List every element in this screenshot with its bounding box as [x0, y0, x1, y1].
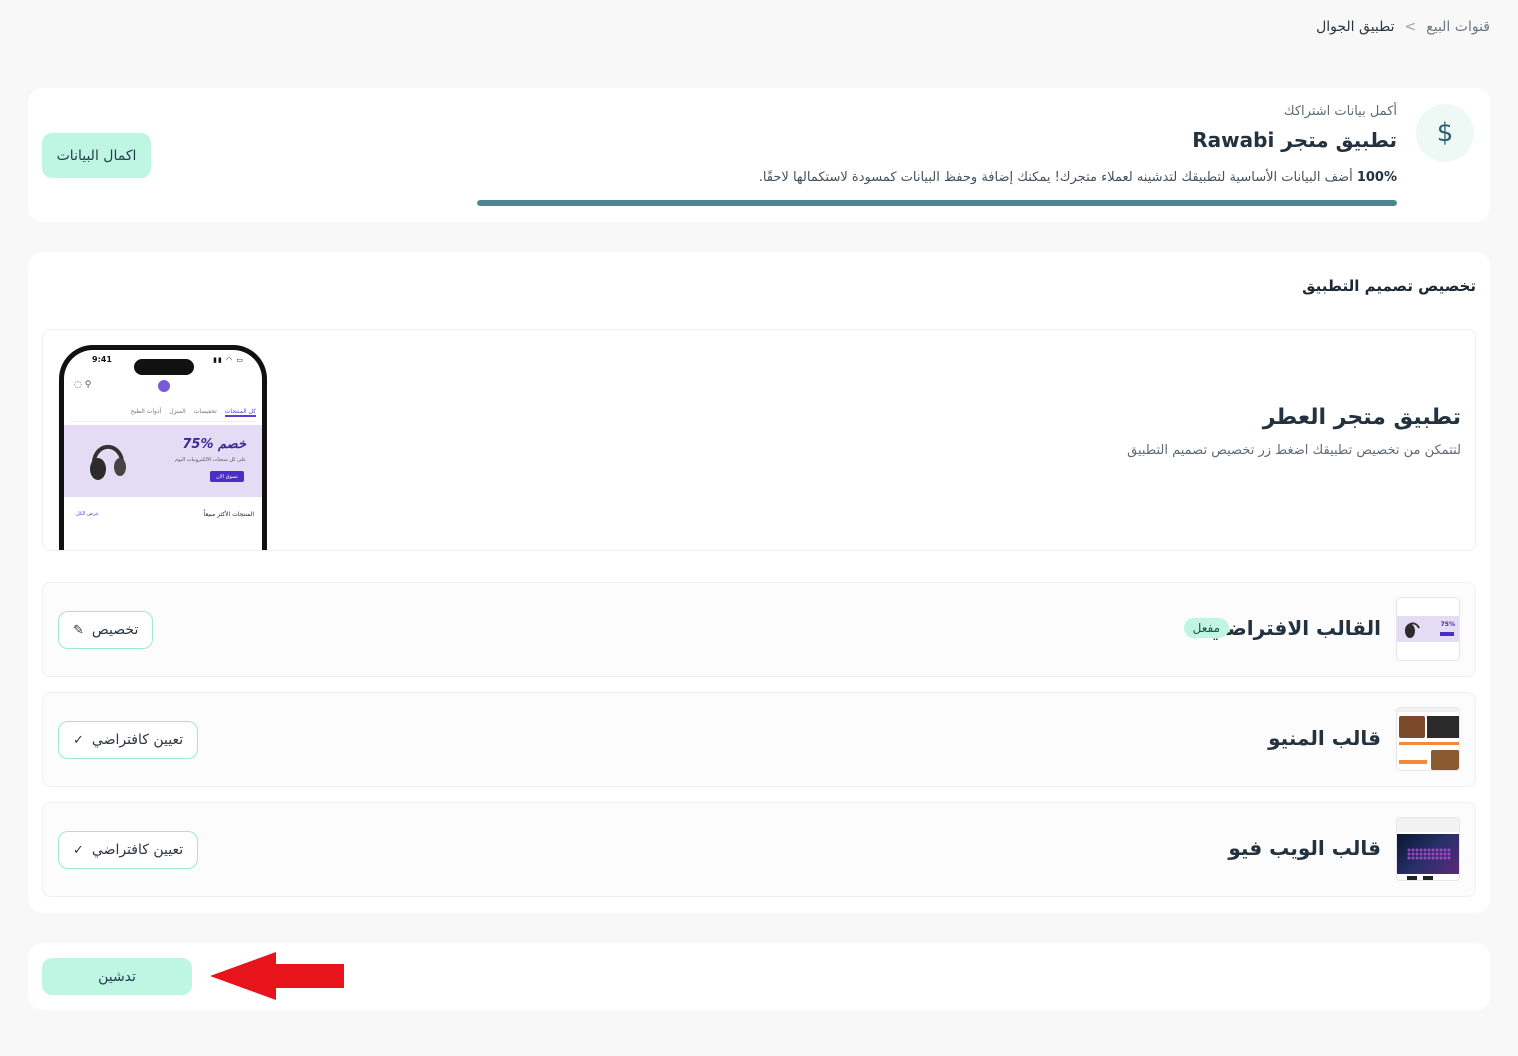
thumb-image [1431, 750, 1459, 770]
app-design-card: تخصيص تصميم التطبيق تطبيق متجر العطر لتت… [28, 252, 1490, 913]
template-row-default: 75% القالب الافتراضي مفعل تخصيص ✎ [42, 582, 1476, 677]
set-default-label: تعيين كافتراضي [91, 732, 184, 748]
headphones-icon [1405, 622, 1420, 638]
chevron-left-icon: < [1404, 19, 1417, 35]
view-all-link: عرض الكل [76, 511, 99, 517]
description-text: أضف البيانات الأساسية لتطبيقك لتدشينه لع… [758, 170, 1353, 185]
phone-mockup: 9:41 ▮▮ ◠ ▭ ◌ ⚲ كل المنتجات تخفيضات المن… [59, 345, 267, 550]
phone-tab: كل المنتجات [224, 408, 256, 417]
thumb-header [1397, 708, 1459, 712]
best-sellers-label: المنتجات الأكثر مبيعاً [203, 511, 254, 518]
thumb-header [1397, 818, 1459, 832]
thumb-image [1399, 716, 1425, 738]
template-name: قالب المنيو [1268, 726, 1381, 750]
set-default-button[interactable]: تعيين كافتراضي ✓ [58, 721, 199, 759]
template-thumbnail [1396, 817, 1460, 881]
design-heading: تخصيص تصميم التطبيق [1302, 277, 1476, 295]
complete-data-button[interactable]: اكمال البيانات [42, 133, 151, 178]
check-icon: ✓ [73, 732, 84, 748]
customize-label: تخصيص [91, 622, 139, 638]
thumb-title: 75% [1440, 621, 1455, 628]
template-name: قالب الويب فيو [1228, 836, 1381, 860]
breadcrumb-mobile-app: تطبيق الجوال [1316, 19, 1395, 35]
template-name: القالب الافتراضي [1207, 616, 1381, 640]
banner-shop-button: تسوق الان [210, 471, 244, 482]
launch-button[interactable]: تدشين [42, 958, 192, 995]
thumb-image [1427, 716, 1459, 738]
store-logo-icon [158, 380, 170, 392]
progress-fill [477, 200, 1397, 206]
preview-description: لتتمكن من تخصيص تطبيقك اضغط زر تخصيص تصم… [1127, 443, 1461, 458]
edit-icon: ✎ [73, 622, 84, 638]
set-default-label: تعيين كافتراضي [91, 842, 184, 858]
set-default-button[interactable]: تعيين كافتراضي ✓ [58, 831, 199, 869]
template-row-menu: قالب المنيو تعيين كافتراضي ✓ [42, 692, 1476, 787]
check-icon: ✓ [73, 842, 84, 858]
phone-banner: 75% خصم على كل منتجات الالكترونيات اليوم… [64, 425, 262, 497]
banner-title: 75% خصم [182, 437, 246, 452]
phone-tab: أدوات الطبخ [130, 408, 162, 415]
active-badge: مفعل [1183, 618, 1229, 638]
breadcrumb: قنوات البيع < تطبيق الجوال [1316, 19, 1490, 35]
dynamic-island [134, 359, 194, 375]
phone-time: 9:41 [92, 355, 112, 364]
app-preview: تطبيق متجر العطر لتتمكن من تخصيص تطبيقك … [42, 329, 1476, 551]
customize-button[interactable]: تخصيص ✎ [58, 611, 154, 649]
thumb-button [1399, 760, 1427, 764]
thumb-footer [1407, 876, 1417, 880]
breadcrumb-sales-channels[interactable]: قنوات البيع [1426, 19, 1490, 35]
progress-bar [477, 200, 1397, 206]
template-thumbnail [1396, 707, 1460, 771]
subscription-hint: أكمل بيانات اشتراكك [1283, 104, 1397, 119]
thumb-divider [1399, 742, 1459, 745]
thumb-button [1440, 632, 1454, 636]
annotation-arrow-icon [210, 952, 344, 1000]
subscription-card: $ أكمل بيانات اشتراكك تطبيق متجر Rawabi … [28, 88, 1490, 222]
phone-tabs: كل المنتجات تخفيضات المنزل أدوات الطبخ [70, 408, 256, 422]
template-thumbnail: 75% [1396, 597, 1460, 661]
thumb-hero-pattern [1407, 848, 1451, 860]
subscription-title: تطبيق متجر Rawabi [1192, 128, 1397, 152]
dollar-icon: $ [1416, 104, 1474, 162]
headphones-icon [90, 444, 126, 480]
progress-percent: 100% [1356, 170, 1397, 185]
thumb-footer [1423, 876, 1433, 880]
bell-search-icon: ◌ ⚲ [74, 380, 92, 390]
template-row-webview: قالب الويب فيو تعيين كافتراضي ✓ [42, 802, 1476, 897]
phone-tab: تخفيضات [193, 408, 217, 415]
subscription-description: 100% أضف البيانات الأساسية لتطبيقك لتدشي… [759, 170, 1397, 185]
signal-wifi-battery-icon: ▮▮ ◠ ▭ [213, 356, 244, 364]
banner-subtitle: على كل منتجات الالكترونيات اليوم [175, 457, 246, 463]
preview-title: تطبيق متجر العطر [1262, 405, 1461, 430]
phone-tab: المنزل [169, 408, 186, 415]
